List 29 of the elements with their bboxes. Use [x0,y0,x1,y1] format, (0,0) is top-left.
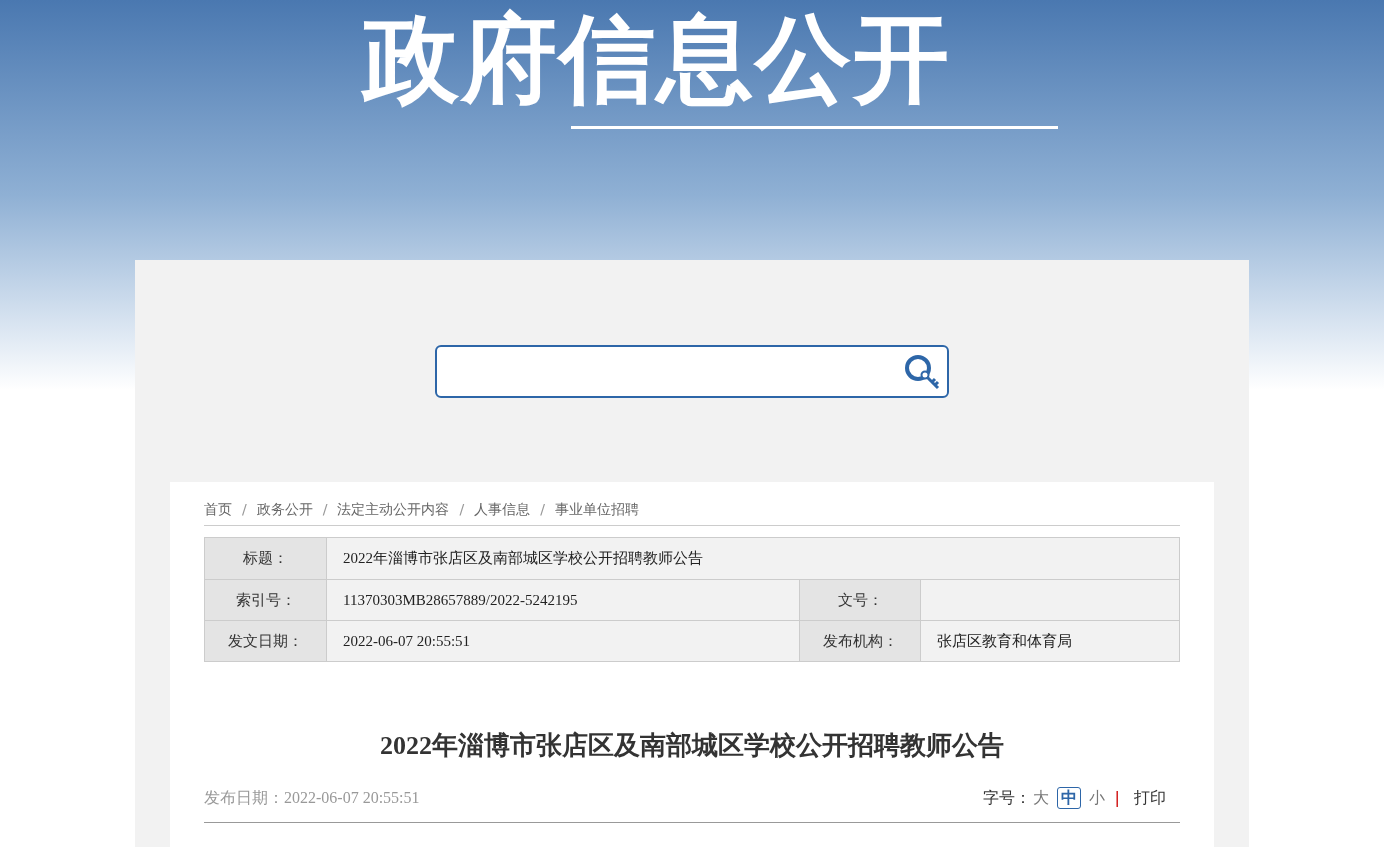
field-value: 2022-06-07 20:55:51 [326,621,799,661]
breadcrumb-link[interactable]: 事业单位招聘 [554,499,639,520]
font-size-label: 字号： [982,786,1031,809]
article-title: 2022年淄博市张店区及南部城区学校公开招聘教师公告 [379,730,1005,762]
search-icon[interactable] [903,352,941,391]
breadcrumb-separator: / [540,500,545,519]
breadcrumb-link[interactable]: 政务公开 [256,499,313,520]
print-button[interactable]: 打印 [1134,785,1166,810]
font-size-option[interactable]: 中 [1056,786,1081,809]
banner-title: 政府信息公开 [363,4,951,114]
font-size-option[interactable]: 小 [1088,785,1105,810]
breadcrumb-separator: / [459,500,465,519]
breadcrumb-separator: / [242,500,247,519]
field-label: 发文日期： [205,621,326,661]
breadcrumb-link[interactable]: 首页 [204,499,232,520]
breadcrumb-link[interactable]: 人事信息 [474,499,531,520]
publish-date: 发布日期：2022-06-07 20:55:51 [204,787,420,808]
field-label: 索引号： [205,580,326,620]
field-label: 文号： [799,580,920,620]
breadcrumb-link[interactable]: 法定主动公开内容 [337,499,450,520]
breadcrumb-separator: / [322,500,328,519]
field-label: 标题： [205,538,326,579]
field-label: 发布机构： [799,621,920,661]
field-value: 2022年淄博市张店区及南部城区学校公开招聘教师公告 [326,538,1179,579]
field-value: 张店区教育和体育局 [920,621,1179,661]
separator: | [1114,786,1120,809]
field-value: 11370303MB28657889/2022-5242195 [326,580,799,620]
search-field[interactable] [435,345,949,398]
font-size-option[interactable]: 大 [1032,785,1049,810]
